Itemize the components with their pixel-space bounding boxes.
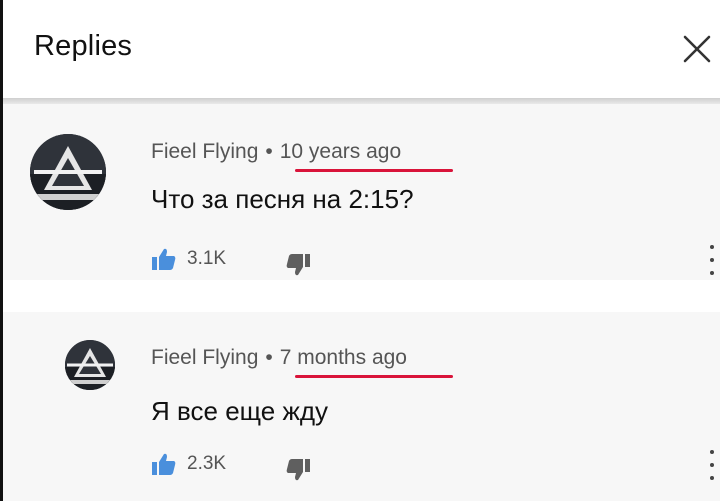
comment-meta: Fieel Flying • 10 years ago (151, 140, 401, 164)
like-button[interactable] (151, 246, 177, 272)
comment-item: Fieel Flying • 10 years ago Что за песня н… (3, 104, 720, 280)
like-button[interactable] (151, 451, 177, 477)
reply-item: Fieel Flying • 7 months ago Я все еще жду … (3, 312, 720, 501)
thumbs-down-icon (286, 459, 310, 481)
replies-title: Replies (34, 30, 133, 62)
more-vert-icon (710, 245, 714, 249)
thumbs-up-icon (152, 453, 176, 475)
more-vert-icon (710, 450, 714, 454)
more-options-button[interactable] (705, 450, 719, 480)
author-name[interactable]: Fieel Flying (151, 140, 258, 163)
comment-text: Я все еще жду (151, 396, 329, 426)
like-count: 2.3K (187, 453, 227, 474)
close-button[interactable] (676, 28, 718, 70)
replies-header: Replies (0, 0, 720, 98)
meta-separator: • (265, 346, 273, 369)
thumbs-down-icon (286, 254, 310, 276)
comment-gap (3, 280, 720, 312)
comment-text: Что за песня на 2:15? (151, 184, 414, 214)
comment-timestamp[interactable]: 10 years ago (280, 140, 401, 164)
thumbs-up-icon (152, 248, 176, 270)
avatar[interactable] (30, 134, 106, 210)
dislike-button[interactable] (285, 252, 311, 278)
avatar-image (65, 340, 115, 390)
timestamp-highlight (295, 375, 453, 378)
replies-panel: Replies Fieel Flying•10 years ago Что (0, 0, 720, 501)
avatar[interactable] (65, 340, 115, 390)
more-options-button[interactable] (705, 245, 719, 275)
dislike-button[interactable] (285, 457, 311, 483)
author-name[interactable]: Fieel Flying (151, 346, 258, 369)
comment-meta: Fieel Flying • 7 months ago (151, 346, 407, 370)
like-count: 3.1K (187, 248, 227, 269)
close-icon (683, 35, 711, 63)
avatar-image (30, 134, 106, 210)
meta-separator: • (265, 140, 273, 163)
timestamp-highlight (295, 169, 453, 172)
comment-timestamp[interactable]: 7 months ago (280, 346, 407, 370)
